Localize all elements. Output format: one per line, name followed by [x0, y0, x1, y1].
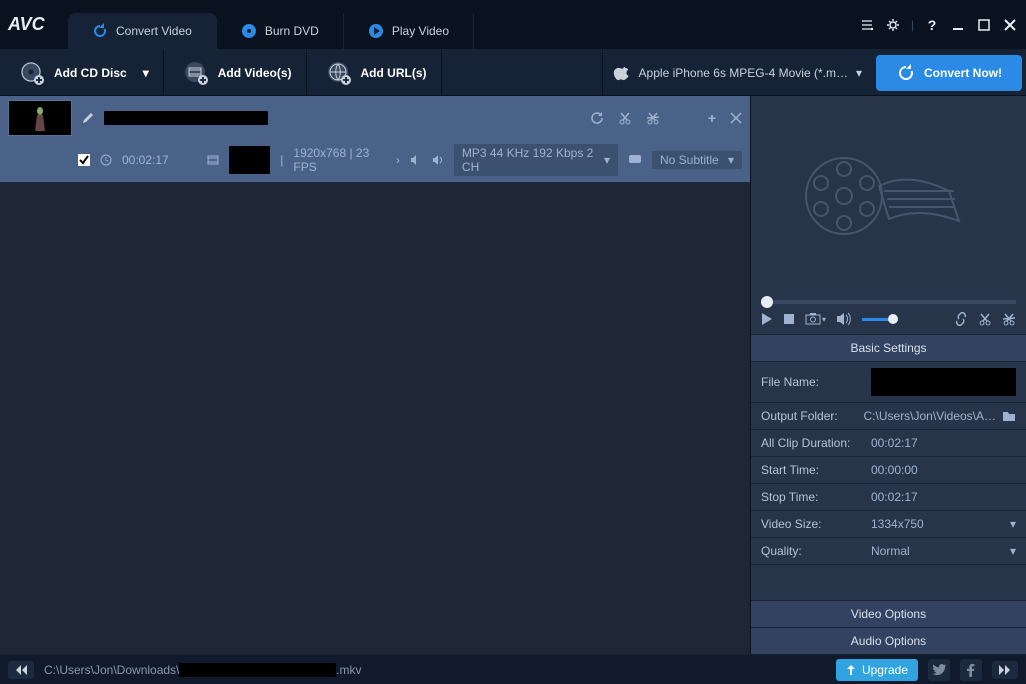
tab-play-video[interactable]: Play Video [344, 13, 474, 49]
clip-item[interactable]: Miyazaki_Blu-ray1080p_ACR + 00:02:17 MPE… [0, 96, 750, 182]
film-plus-icon [182, 59, 210, 87]
arrow-up-icon [846, 665, 856, 675]
list-icon[interactable] [859, 17, 875, 33]
reload-icon[interactable] [590, 111, 604, 125]
video-options-section[interactable]: Video Options [751, 600, 1026, 627]
add-urls-button[interactable]: Add URL(s) [311, 50, 442, 95]
volume-icon[interactable] [836, 312, 852, 326]
quality-label: Quality: [761, 544, 871, 558]
subtitle-dropdown[interactable]: No Subtitle ▾ [652, 151, 742, 169]
start-time-value[interactable]: 00:00:00 [871, 463, 918, 477]
output-profile-dropdown[interactable]: Apple iPhone 6s MPEG-4 Movie (*.m… ▾ [602, 50, 872, 95]
button-label: Add CD Disc [54, 66, 127, 80]
button-label: Add Video(s) [218, 66, 292, 80]
chevron-down-icon: ▾ [856, 66, 862, 80]
button-label: Add URL(s) [361, 66, 427, 80]
disc-icon [241, 23, 257, 39]
stop-button[interactable] [783, 313, 795, 325]
profile-text: Apple iPhone 6s MPEG-4 Movie (*.m… [639, 66, 848, 80]
speaker-icon[interactable] [432, 154, 444, 166]
folder-browse-icon[interactable] [1002, 410, 1016, 422]
apple-icon [613, 64, 631, 82]
checkbox[interactable] [78, 154, 90, 166]
basic-settings-header: Basic Settings [751, 335, 1026, 362]
quality-dropdown[interactable]: Normal ▾ [871, 544, 1016, 558]
chevron-down-icon: ▾ [1010, 517, 1016, 531]
cut-icon[interactable] [618, 111, 632, 125]
tab-burn-dvd[interactable]: Burn DVD [217, 13, 344, 49]
video-size-dropdown[interactable]: 1334x750 ▾ [871, 517, 1016, 531]
volume-slider[interactable] [862, 318, 898, 321]
chevron-down-icon: ▾ [728, 153, 734, 167]
subtitle-icon [628, 154, 642, 166]
tab-label: Burn DVD [265, 24, 319, 38]
gear-icon[interactable] [885, 17, 901, 33]
chevron-right-icon[interactable]: › [396, 153, 400, 167]
globe-plus-icon [325, 59, 353, 87]
chevron-down-icon: ▾ [143, 66, 149, 80]
seek-bar[interactable] [761, 300, 1016, 304]
disc-plus-icon [18, 59, 46, 87]
chevron-down-icon: ▾ [604, 153, 610, 167]
snapshot-button[interactable]: ▾ [805, 313, 826, 325]
add-cd-disc-button[interactable]: Add CD Disc ▾ [4, 50, 164, 95]
expand-right-button[interactable] [992, 661, 1018, 679]
button-label: Convert Now! [924, 66, 1002, 80]
clip-resolution-fps: 1920x768 | 23 FPS [293, 146, 386, 174]
button-label: Upgrade [862, 663, 908, 677]
clip-duration-value: 00:02:17 [871, 436, 918, 450]
add-videos-button[interactable]: Add Video(s) [168, 50, 307, 95]
audio-options-section[interactable]: Audio Options [751, 627, 1026, 654]
clip-thumbnail[interactable] [8, 100, 72, 136]
collapse-left-button[interactable] [8, 661, 34, 679]
tab-label: Convert Video [116, 24, 192, 38]
facebook-icon[interactable] [960, 659, 982, 681]
no-cut-icon[interactable] [646, 111, 660, 125]
twitter-icon[interactable] [928, 659, 950, 681]
film-reel-icon [799, 141, 979, 251]
refresh-icon [896, 63, 916, 83]
upgrade-button[interactable]: Upgrade [836, 659, 918, 681]
trim-icon[interactable] [978, 312, 992, 326]
crop-icon[interactable] [1002, 312, 1016, 326]
tab-label: Play Video [392, 24, 449, 38]
file-name-value[interactable]: Miyazaki_Blu-ray1080p_ACR [871, 368, 1016, 396]
file-name-label: File Name: [761, 375, 871, 389]
video-preview [751, 96, 1026, 296]
help-icon[interactable]: ? [924, 17, 940, 33]
play-button[interactable] [761, 312, 773, 326]
start-time-label: Start Time: [761, 463, 871, 477]
dropdown-text: MP3 44 KHz 192 Kbps 2 CH [462, 146, 598, 174]
tab-convert-video[interactable]: Convert Video [68, 13, 217, 49]
add-icon[interactable]: + [708, 110, 716, 126]
stop-time-label: Stop Time: [761, 490, 871, 504]
output-folder-value: C:\Users\Jon\Videos\A… [864, 409, 997, 423]
link-icon[interactable] [954, 312, 968, 326]
output-folder-label: Output Folder: [761, 409, 864, 423]
chevron-down-icon: ▾ [1010, 544, 1016, 558]
film-icon [207, 154, 219, 166]
video-size-label: Video Size: [761, 517, 871, 531]
stop-time-value[interactable]: 00:02:17 [871, 490, 918, 504]
clip-format: MPEG-4 [229, 146, 271, 174]
refresh-icon [92, 23, 108, 39]
dropdown-text: No Subtitle [660, 153, 719, 167]
remove-icon[interactable] [730, 112, 742, 124]
status-file-path: C:\Users\Jon\Downloads\Miyazaki_Blu-ray1… [44, 663, 826, 677]
audio-codec-dropdown[interactable]: MP3 44 KHz 192 Kbps 2 CH ▾ [454, 144, 618, 176]
close-icon[interactable] [1002, 17, 1018, 33]
dropdown-value: Normal [871, 544, 910, 558]
convert-now-button[interactable]: Convert Now! [876, 55, 1022, 91]
clip-title: Miyazaki_Blu-ray1080p_ACR [104, 111, 268, 125]
clock-icon [100, 154, 112, 166]
clip-duration: 00:02:17 [122, 153, 169, 167]
dropdown-value: 1334x750 [871, 517, 924, 531]
clip-duration-label: All Clip Duration: [761, 436, 871, 450]
play-circle-icon [368, 23, 384, 39]
edit-icon[interactable] [82, 112, 94, 124]
audio-icon [410, 154, 422, 166]
app-logo: AVC [8, 14, 58, 35]
minimize-icon[interactable] [950, 17, 966, 33]
maximize-icon[interactable] [976, 17, 992, 33]
